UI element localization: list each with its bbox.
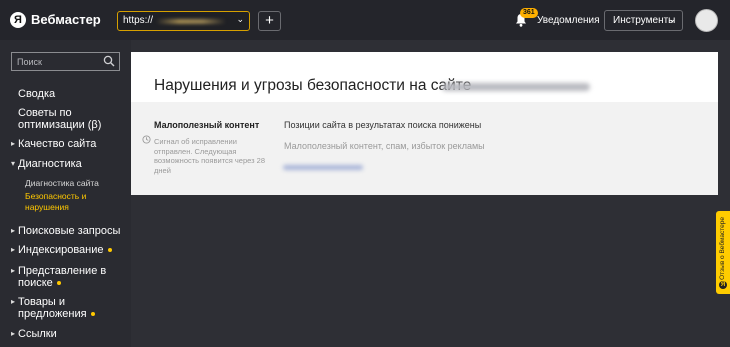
sidebar-item-label: Ссылки <box>18 328 57 340</box>
sidebar-item-optimization-tips[interactable]: Советы по оптимизации (β) <box>18 107 123 131</box>
top-bar: Я Вебмастер https:// ⌄ + 361 Уведомления… <box>0 0 730 40</box>
yandex-logo[interactable]: Я <box>10 12 26 28</box>
tools-dropdown[interactable]: Инструменты ⌄ <box>604 10 683 31</box>
sidebar-item-summary[interactable]: Сводка <box>18 88 55 100</box>
sidebar-subitem-security[interactable]: Безопасность и нарушения <box>25 191 95 213</box>
feedback-label: Отзыв о Вебмастере <box>719 217 726 280</box>
sidebar-item-indexing[interactable]: Индексирование <box>11 244 112 256</box>
notification-count-badge: 361 <box>520 8 538 18</box>
issue-row: Малополезный контент Сигнал об исправлен… <box>131 102 718 195</box>
sidebar-item-diagnostics[interactable]: Диагностика <box>11 158 82 170</box>
app-title[interactable]: Вебмастер <box>31 12 101 27</box>
sidebar-subitem-site-diagnostics[interactable]: Диагностика сайта <box>25 178 99 189</box>
tools-label: Инструменты <box>613 15 676 26</box>
issue-name: Малополезный контент <box>154 120 260 130</box>
page-title: Нарушения и угрозы безопасности на сайте <box>154 77 472 94</box>
site-selector-value: https:// <box>123 15 154 26</box>
add-site-button[interactable]: + <box>258 11 281 31</box>
sidebar-item-search-queries[interactable]: Поисковые запросы <box>11 225 121 237</box>
site-url-redacted <box>156 19 226 24</box>
sidebar-item-search-appearance[interactable]: Представление в поиске <box>11 265 108 289</box>
clock-icon <box>142 135 151 144</box>
sidebar: Сводка Советы по оптимизации (β) Качеств… <box>0 40 131 347</box>
avatar[interactable] <box>695 9 718 32</box>
sidebar-item-label: Индексирование <box>18 244 104 256</box>
sidebar-item-label: Товары и предложения <box>18 296 87 320</box>
yandex-logo: Я <box>719 281 727 289</box>
sidebar-item-site-quality[interactable]: Качество сайта <box>11 138 97 150</box>
attention-dot <box>56 281 61 286</box>
security-card: Нарушения и угрозы безопасности на сайте… <box>131 52 718 195</box>
attention-dot <box>107 248 112 253</box>
site-name-redacted <box>442 83 590 91</box>
issue-effect: Позиции сайта в результатах поиска пониж… <box>284 120 482 130</box>
sidebar-item-label: Диагностика <box>18 158 82 170</box>
search-icon[interactable] <box>103 55 115 67</box>
chevron-down-icon: ⌄ <box>668 14 676 24</box>
feedback-tab[interactable]: Отзыв о Вебмастере Я <box>716 211 730 294</box>
search-field[interactable] <box>11 52 120 71</box>
site-selector[interactable]: https:// ⌄ <box>117 11 250 31</box>
example-url-redacted[interactable] <box>283 165 363 170</box>
search-input[interactable] <box>12 53 107 70</box>
sidebar-item-label: Качество сайта <box>18 138 97 150</box>
chevron-down-icon: ⌄ <box>236 14 244 24</box>
issue-description: Малополезный контент, спам, избыток рекл… <box>284 141 485 151</box>
sidebar-item-links[interactable]: Ссылки <box>11 328 57 340</box>
notifications-link[interactable]: Уведомления <box>537 15 600 26</box>
sidebar-item-products[interactable]: Товары и предложения <box>11 296 108 320</box>
attention-dot <box>90 312 95 317</box>
card-header: Нарушения и угрозы безопасности на сайте <box>131 52 718 102</box>
issue-status-note: Сигнал об исправлении отправлен. Следующ… <box>154 137 266 175</box>
sidebar-item-label: Поисковые запросы <box>18 225 121 237</box>
sidebar-item-label: Представление в поиске <box>18 265 107 289</box>
